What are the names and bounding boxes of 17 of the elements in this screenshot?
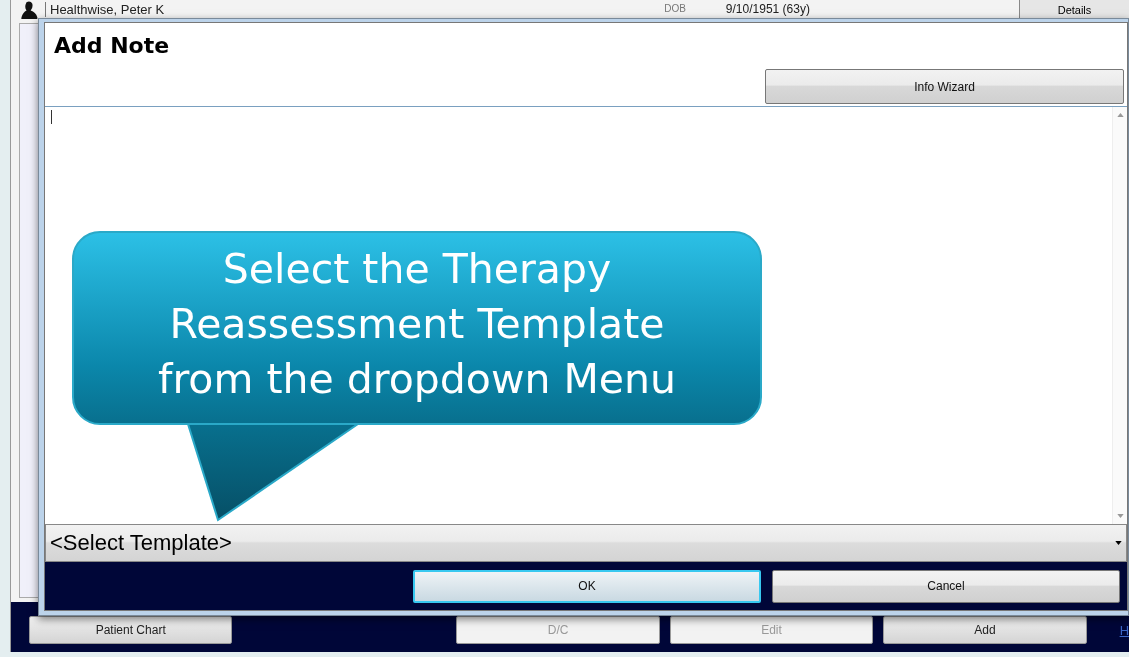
text-caret bbox=[51, 110, 52, 124]
dialog-title: Add Note bbox=[53, 32, 171, 60]
dob-value: 9/10/1951 (63y) bbox=[725, 2, 810, 16]
scroll-up-icon[interactable] bbox=[1116, 113, 1124, 117]
dialog-button[interactable]: Cancel bbox=[772, 569, 1120, 603]
scrollbar[interactable] bbox=[1112, 107, 1127, 524]
link[interactable]: H bbox=[1119, 622, 1129, 638]
info-wizard-button[interactable]: Info Wizard bbox=[765, 69, 1124, 104]
dropdown-arrow-icon[interactable] bbox=[1115, 541, 1122, 545]
dob-label: DOB bbox=[664, 3, 686, 14]
template-dropdown[interactable]: <Select Template> bbox=[45, 524, 1127, 562]
note-field[interactable]: Select the Therapy Reassessment Template from the dropdown Menu bbox=[45, 107, 1127, 524]
patient-name: Healthwise, Peter K bbox=[45, 2, 165, 17]
dialog-button[interactable]: OK bbox=[413, 569, 761, 603]
scroll-down-icon[interactable] bbox=[1116, 514, 1124, 518]
bar-button[interactable]: Add bbox=[883, 616, 1087, 644]
bar-button[interactable]: Patient Chart bbox=[29, 616, 233, 644]
